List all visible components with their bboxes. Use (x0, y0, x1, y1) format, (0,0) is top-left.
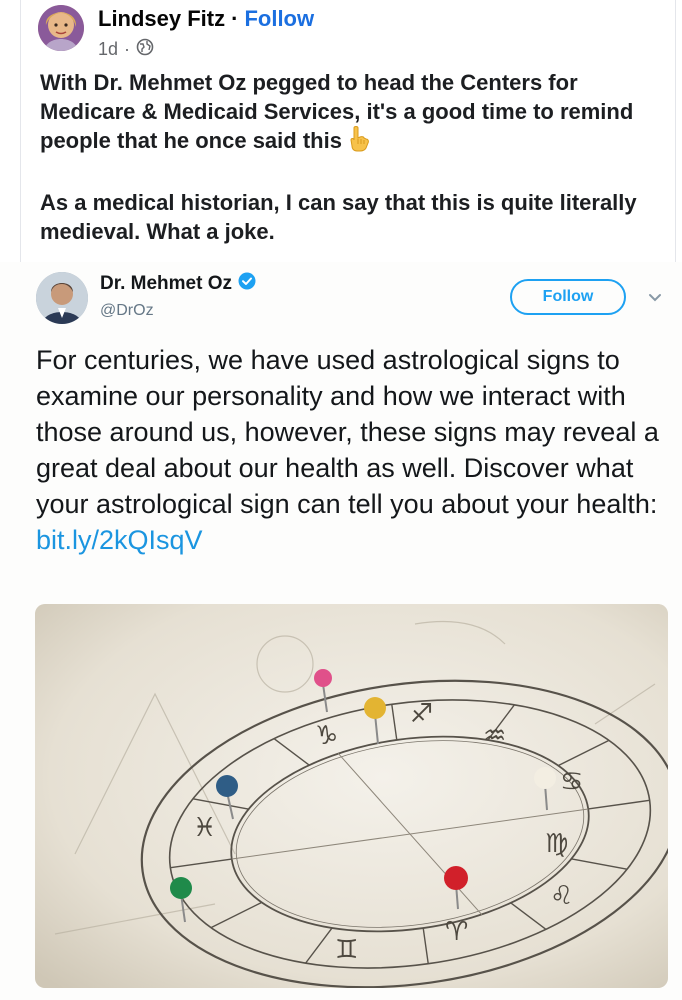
leo-glyph: ♌ (550, 881, 573, 911)
verified-badge-icon (238, 272, 256, 296)
post-paragraph-2: As a medical historian, I can say that t… (40, 190, 637, 244)
meta-separator: · (124, 39, 131, 59)
aquarius-glyph: ♒ (483, 721, 506, 751)
virgo-glyph: ♍ (545, 829, 568, 859)
tweet-link[interactable]: bit.ly/2kQIsqV (36, 525, 203, 555)
gemini-glyph: ♊ (335, 935, 358, 965)
capricorn-glyph: ♑ (315, 721, 338, 751)
post-timestamp[interactable]: 1d (98, 39, 118, 60)
follow-link[interactable]: Follow (244, 6, 314, 31)
tweet-author-avatar[interactable] (36, 272, 88, 324)
header-separator: · (231, 6, 239, 31)
post-paragraph: With Dr. Mehmet Oz pegged to head the Ce… (40, 68, 670, 159)
author-name[interactable]: Lindsey Fitz (98, 6, 225, 31)
post-paragraph-1: With Dr. Mehmet Oz pegged to head the Ce… (40, 70, 634, 153)
tweet-body: For centuries, we have used astrological… (36, 345, 659, 519)
pisces-glyph: ♓ (193, 813, 216, 843)
post-author-line: Lindsey Fitz · Follow (98, 6, 314, 32)
tweet-display-name[interactable]: Dr. Mehmet Oz (100, 273, 232, 295)
tweet-follow-button[interactable]: Follow (510, 279, 626, 315)
embedded-tweet: Dr. Mehmet Oz @DrOz Follow For centuries… (0, 262, 682, 1000)
tweet-author-name-row: Dr. Mehmet Oz (100, 272, 256, 296)
pointing-down-emoji-icon (348, 126, 370, 159)
post-body: With Dr. Mehmet Oz pegged to head the Ce… (40, 68, 670, 246)
sagittarius-glyph: ♐ (410, 699, 433, 729)
cancer-glyph: ♋ (560, 767, 583, 797)
post-meta: 1d · (98, 38, 154, 61)
chevron-down-icon[interactable] (648, 290, 662, 308)
globe-icon[interactable] (136, 38, 154, 61)
facebook-post: Lindsey Fitz · Follow 1d · With Dr. Mehmet… (0, 0, 682, 262)
tweet-handle[interactable]: @DrOz (100, 302, 154, 320)
author-avatar[interactable] (38, 5, 84, 51)
tweet-text: For centuries, we have used astrological… (36, 342, 676, 558)
aries-glyph: ♈ (445, 917, 468, 947)
tweet-image-zodiac-wheel[interactable]: ♍ ♌ ♋ ♊ ♓ ♒ ♑ ♐ ♈ (35, 604, 668, 988)
